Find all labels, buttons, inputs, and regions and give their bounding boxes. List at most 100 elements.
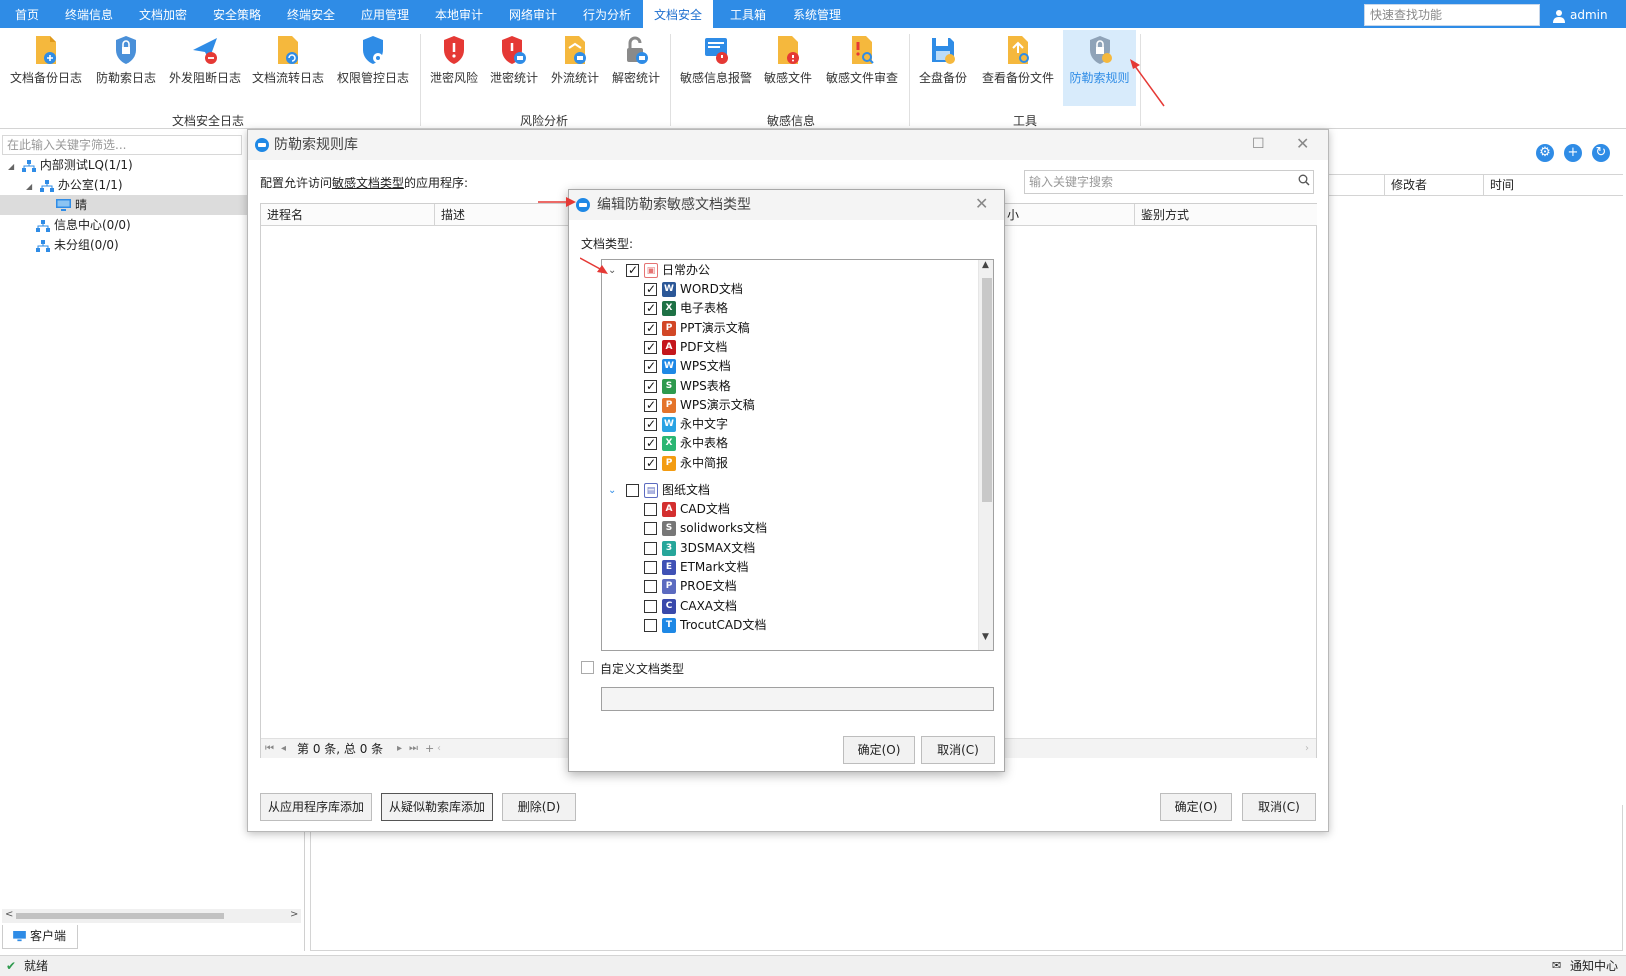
- collapse-icon[interactable]: ◢: [8, 157, 18, 177]
- doc-type-item[interactable]: E ETMark文档: [602, 558, 972, 577]
- col-time[interactable]: 时间: [1483, 174, 1623, 196]
- leak-risk-button[interactable]: 泄密风险: [427, 34, 481, 104]
- scroll-down-icon[interactable]: ▼: [982, 632, 989, 642]
- nav-local-audit[interactable]: 本地审计: [426, 0, 492, 28]
- collapse-icon[interactable]: ◢: [26, 177, 36, 197]
- notify-center[interactable]: 通知中心: [1570, 956, 1618, 976]
- search-icon[interactable]: [1298, 174, 1310, 186]
- col-process-name[interactable]: 进程名: [261, 204, 435, 226]
- tree-node-info-center[interactable]: 信息中心(0/0): [36, 215, 131, 235]
- next-page-icon[interactable]: ▸: [397, 739, 402, 759]
- checkbox[interactable]: [644, 338, 657, 357]
- nav-system-manage[interactable]: 系统管理: [784, 0, 850, 28]
- tree-group-daily-office[interactable]: ⌄ ▣ 日常办公: [602, 261, 972, 280]
- nav-security-policy[interactable]: 安全策略: [204, 0, 270, 28]
- scroll-left-icon[interactable]: ‹: [437, 739, 441, 759]
- doc-type-item[interactable]: P PROE文档: [602, 577, 972, 596]
- ok-button[interactable]: 确定(O): [843, 736, 915, 764]
- scroll-right-icon[interactable]: >: [290, 909, 298, 920]
- settings-icon[interactable]: ⚙: [1536, 144, 1554, 162]
- checkbox[interactable]: [644, 357, 657, 376]
- checkbox[interactable]: [644, 541, 657, 555]
- first-page-icon[interactable]: ⏮: [265, 739, 274, 759]
- nav-doc-security[interactable]: 文档安全: [643, 0, 713, 28]
- tree-node-ungrouped[interactable]: 未分组(0/0): [36, 235, 119, 255]
- doc-type-item[interactable]: 3 3DSMAX文档: [602, 539, 972, 558]
- checkbox[interactable]: [626, 261, 639, 280]
- checkbox[interactable]: [644, 415, 657, 434]
- cancel-button[interactable]: 取消(C): [1242, 793, 1316, 821]
- doc-type-item[interactable]: W WPS文档: [602, 357, 972, 376]
- quick-search-input[interactable]: 快速查找功能: [1364, 4, 1540, 26]
- decrypt-stats-button[interactable]: 解密统计: [609, 34, 663, 104]
- add-icon[interactable]: +: [1564, 144, 1582, 162]
- checkbox[interactable]: [644, 319, 657, 338]
- tree-node-office[interactable]: ◢ 办公室(1/1): [26, 175, 123, 195]
- nav-network-audit[interactable]: 网络审计: [500, 0, 566, 28]
- ok-button[interactable]: 确定(O): [1160, 793, 1232, 821]
- checkbox[interactable]: [644, 522, 657, 536]
- vertical-scrollbar[interactable]: ▲ ▼: [978, 260, 993, 650]
- sensitive-alarm-button[interactable]: 敏感信息报警: [677, 34, 755, 104]
- tree-filter-input[interactable]: 在此输入关键字筛选...: [2, 135, 242, 155]
- nav-toolbox[interactable]: 工具箱: [720, 0, 776, 28]
- checkbox[interactable]: [581, 661, 594, 674]
- refresh-icon[interactable]: ↻: [1592, 144, 1610, 162]
- tree-node-client[interactable]: 晴: [0, 195, 247, 215]
- full-backup-button[interactable]: 全盘备份: [916, 34, 970, 104]
- prev-page-icon[interactable]: ◂: [281, 739, 286, 759]
- nav-behavior-analysis[interactable]: 行为分析: [574, 0, 640, 28]
- last-page-icon[interactable]: ⏭: [409, 739, 418, 759]
- horizontal-scrollbar[interactable]: < >: [2, 909, 301, 923]
- doc-type-item[interactable]: A PDF文档: [602, 338, 972, 357]
- checkbox[interactable]: [644, 396, 657, 415]
- doc-type-item[interactable]: P 永中简报: [602, 454, 972, 473]
- nav-home[interactable]: 首页: [6, 0, 48, 28]
- col-identify-method[interactable]: 鉴别方式: [1135, 204, 1317, 226]
- doc-type-item[interactable]: C CAXA文档: [602, 597, 972, 616]
- checkbox[interactable]: [644, 377, 657, 396]
- chevron-down-icon[interactable]: ⌄: [608, 481, 616, 500]
- scroll-right-icon[interactable]: ›: [1305, 739, 1309, 759]
- add-from-suspect-library-button[interactable]: 从疑似勒索库添加: [381, 793, 493, 821]
- anti-ransom-log-button[interactable]: 防勒索日志: [92, 34, 160, 104]
- doc-type-item[interactable]: X 永中表格: [602, 434, 972, 453]
- checkbox[interactable]: [644, 503, 657, 516]
- permission-log-button[interactable]: 权限管控日志: [333, 34, 413, 104]
- scroll-up-icon[interactable]: ▲: [982, 260, 989, 270]
- cancel-button[interactable]: 取消(C): [921, 736, 995, 764]
- nav-doc-encrypt[interactable]: 文档加密: [130, 0, 196, 28]
- col-modifier[interactable]: 修改者: [1384, 174, 1482, 196]
- delete-button[interactable]: 删除(D): [502, 793, 576, 821]
- checkbox[interactable]: [644, 580, 657, 594]
- doc-type-item[interactable]: A CAD文档: [602, 500, 972, 519]
- nav-app-manage[interactable]: 应用管理: [352, 0, 418, 28]
- sensitive-types-link[interactable]: 敏感文档类型: [332, 176, 404, 190]
- notify-icon[interactable]: ✉: [1552, 956, 1561, 976]
- doc-type-item[interactable]: W WORD文档: [602, 280, 972, 299]
- add-row-icon[interactable]: +: [425, 739, 434, 759]
- checkbox[interactable]: [626, 484, 639, 497]
- doc-type-item[interactable]: S WPS表格: [602, 377, 972, 396]
- checkbox[interactable]: [644, 599, 657, 613]
- checkbox[interactable]: [644, 560, 657, 574]
- outbound-block-log-button[interactable]: 外发阻断日志: [166, 34, 244, 104]
- doc-type-item[interactable]: P PPT演示文稿: [602, 319, 972, 338]
- tab-client[interactable]: 客户端: [2, 925, 78, 949]
- checkbox[interactable]: [644, 618, 657, 632]
- scrollbar-thumb[interactable]: [982, 278, 992, 502]
- doc-backup-log-button[interactable]: 文档备份日志: [6, 34, 86, 104]
- add-from-app-library-button[interactable]: 从应用程序库添加: [260, 793, 372, 821]
- col-size[interactable]: 小: [1001, 204, 1135, 226]
- doc-type-item[interactable]: T TrocutCAD文档: [602, 616, 972, 635]
- keyword-search-input[interactable]: 输入关键字搜索: [1024, 170, 1314, 194]
- outflow-stats-button[interactable]: 外流统计: [548, 34, 602, 104]
- checkbox[interactable]: [644, 454, 657, 473]
- doc-type-item[interactable]: Ssolidworks文档: [602, 519, 972, 538]
- sensitive-file-button[interactable]: 敏感文件: [761, 34, 815, 104]
- view-backup-button[interactable]: 查看备份文件: [977, 34, 1059, 104]
- checkbox[interactable]: [644, 434, 657, 453]
- checkbox[interactable]: [644, 280, 657, 299]
- doc-type-item[interactable]: W 永中文字: [602, 415, 972, 434]
- doc-flow-log-button[interactable]: 文档流转日志: [249, 34, 327, 104]
